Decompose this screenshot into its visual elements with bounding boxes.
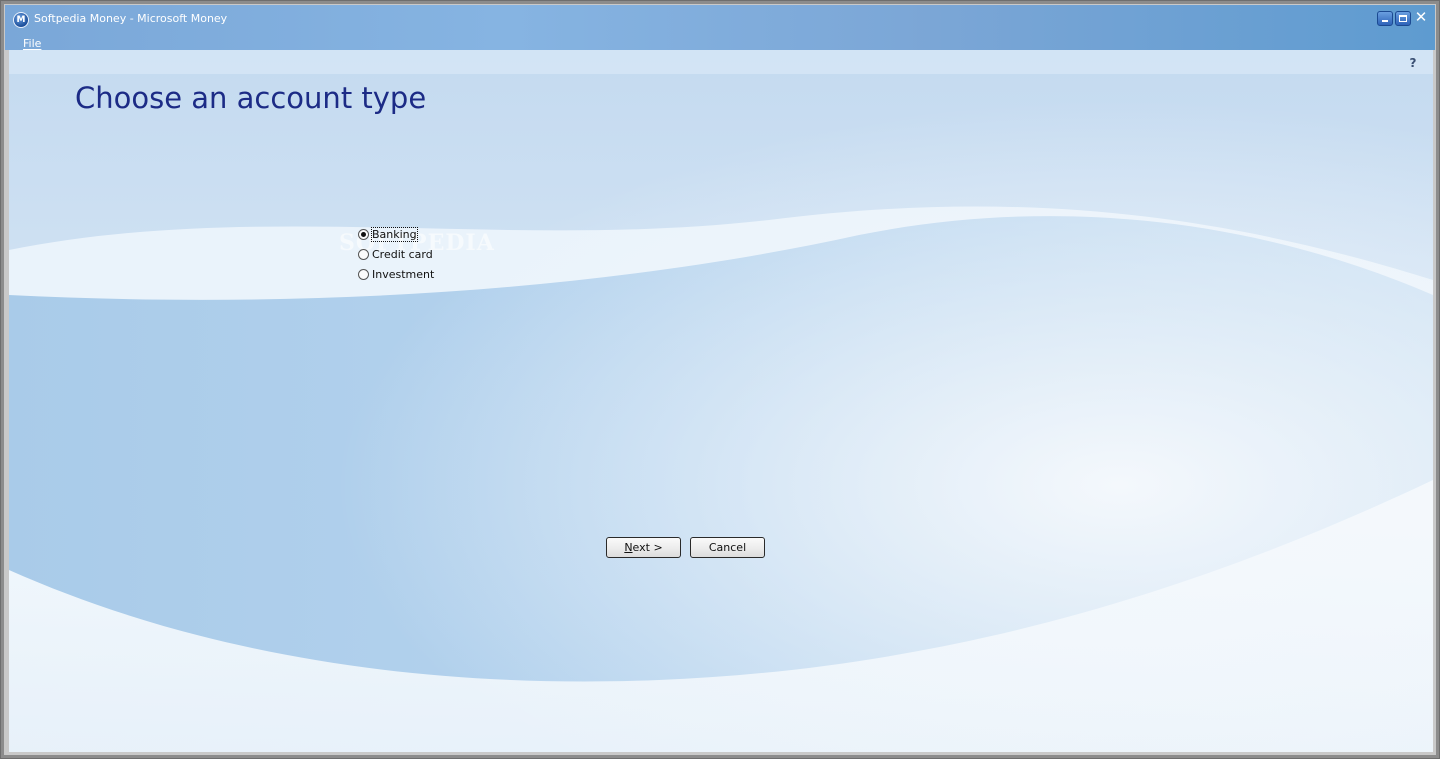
radio-label-credit-card[interactable]: Credit card <box>372 248 433 261</box>
radio-button-icon[interactable] <box>358 228 369 240</box>
close-icon: ✕ <box>1414 8 1428 26</box>
radio-label-investment[interactable]: Investment <box>372 268 434 281</box>
page-title: Choose an account type <box>75 81 427 115</box>
menu-bar: File <box>23 37 41 50</box>
next-mnemonic: N <box>624 541 633 554</box>
account-type-radio-group: Banking Credit card Investment <box>358 224 434 284</box>
minimize-button[interactable] <box>1377 11 1393 26</box>
next-button[interactable]: Next > <box>606 537 681 558</box>
next-label: ext > <box>632 541 663 554</box>
cancel-button[interactable]: Cancel <box>690 537 765 558</box>
radio-investment[interactable]: Investment <box>358 264 434 284</box>
window-title: Softpedia Money - Microsoft Money <box>34 12 228 25</box>
menu-file[interactable]: File <box>23 37 41 50</box>
radio-banking[interactable]: Banking <box>358 224 434 244</box>
minimize-icon <box>1382 20 1388 22</box>
window-controls: ✕ <box>1377 8 1429 26</box>
help-icon[interactable]: ? <box>1407 57 1419 69</box>
background-waves <box>9 50 1433 752</box>
radio-button-icon[interactable] <box>358 248 369 260</box>
radio-button-icon[interactable] <box>358 268 369 280</box>
maximize-icon <box>1399 15 1407 22</box>
maximize-button[interactable] <box>1395 11 1411 26</box>
close-button[interactable]: ✕ <box>1413 8 1429 26</box>
app-window: M Softpedia Money - Microsoft Money ✕ Fi… <box>0 0 1440 759</box>
radio-credit-card[interactable]: Credit card <box>358 244 434 264</box>
radio-label-banking[interactable]: Banking <box>371 226 418 242</box>
content-area: ? Choose an account type SOFTPEDIA Banki… <box>9 50 1433 752</box>
title-bar[interactable]: M Softpedia Money - Microsoft Money ✕ Fi… <box>5 5 1435 50</box>
money-app-icon[interactable]: M <box>13 12 29 28</box>
